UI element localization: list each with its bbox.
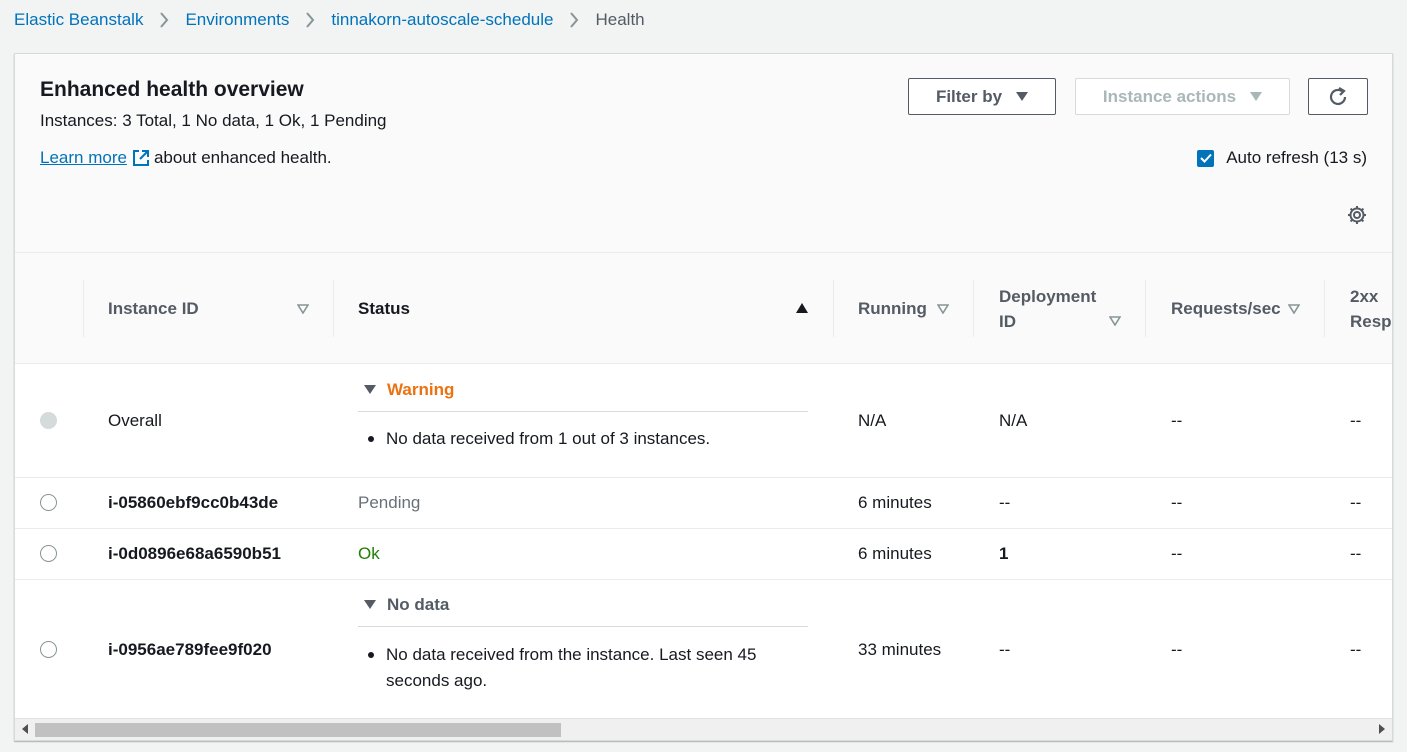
health-panel: Enhanced health overview Instances: 3 To… — [14, 53, 1393, 741]
status-header[interactable]: Warning — [358, 368, 808, 412]
instance-id: Overall — [108, 411, 162, 430]
column-divider — [833, 280, 834, 337]
caret-down-icon — [1016, 91, 1029, 102]
breadcrumb-environment[interactable]: tinnakorn-autoscale-schedule — [331, 10, 553, 30]
chevron-right-icon — [159, 12, 169, 28]
gear-icon[interactable] — [1347, 205, 1367, 230]
instance-id[interactable]: i-05860ebf9cc0b43de — [108, 478, 278, 528]
column-divider — [1324, 280, 1325, 337]
status-detail-text: No data received from 1 out of 3 instanc… — [386, 429, 711, 448]
column-instance-id[interactable]: Instance ID — [108, 253, 318, 364]
bullet — [368, 436, 374, 442]
running: N/A — [858, 411, 887, 430]
auto-refresh-label: Auto refresh (13 s) — [1226, 148, 1367, 167]
column-label: Instance ID — [108, 299, 199, 318]
row-radio[interactable] — [40, 494, 57, 511]
learn-more-line: Learn more about enhanced health. — [40, 148, 332, 168]
sort-down-icon — [1109, 316, 1121, 326]
breadcrumb-elastic-beanstalk[interactable]: Elastic Beanstalk — [14, 10, 143, 30]
filter-by-label: Filter by — [935, 86, 1003, 106]
horizontal-scrollbar[interactable] — [15, 718, 1392, 740]
auto-refresh: Auto refresh (13 s) — [1197, 148, 1367, 168]
column-divider — [973, 280, 974, 337]
column-label: Deployment ID — [999, 286, 1097, 331]
column-divider — [83, 280, 84, 337]
page-title: Enhanced health overview — [40, 78, 304, 101]
requests: -- — [1171, 411, 1183, 430]
table-row[interactable]: Overall Warning No data received from 1 … — [15, 364, 1392, 478]
sort-down-icon — [1288, 304, 1300, 314]
panel-header: Enhanced health overview Instances: 3 To… — [15, 54, 1392, 253]
requests: -- — [1171, 493, 1183, 512]
chevron-right-icon — [305, 12, 315, 28]
column-status[interactable]: Status — [358, 253, 818, 364]
responses: -- — [1350, 411, 1362, 430]
scrollbar-thumb[interactable] — [35, 723, 561, 737]
status-no-data: No data — [387, 594, 450, 614]
table-row[interactable]: i-0d0896e68a6590b51 Ok 6 minutes 1 -- -- — [15, 529, 1392, 580]
scroll-right-icon[interactable] — [1378, 724, 1386, 734]
row-radio[interactable] — [40, 641, 57, 658]
table-header: Instance ID Status Running Deployment ID… — [15, 253, 1392, 364]
deployment-id: -- — [999, 493, 1011, 512]
status-detail: No data received from the instance. Last… — [365, 642, 795, 694]
sort-down-icon — [297, 304, 309, 314]
requests: -- — [1171, 544, 1183, 563]
refresh-button[interactable] — [1308, 78, 1368, 115]
status-detail-text: No data received from the instance. Last… — [386, 645, 757, 690]
caret-down-icon — [364, 384, 376, 395]
column-label: 2xx Responses — [1350, 286, 1392, 331]
row-radio — [40, 412, 57, 429]
refresh-icon — [1327, 86, 1349, 108]
breadcrumb: Elastic Beanstalk Environments tinnakorn… — [14, 9, 645, 31]
column-requests[interactable]: Requests/sec — [1171, 253, 1316, 364]
status-warning: Warning — [387, 379, 455, 399]
deployment-id: 1 — [999, 544, 1009, 563]
sort-down-icon — [937, 304, 949, 314]
caret-down-icon — [1250, 91, 1263, 102]
learn-more-suffix: about enhanced health. — [153, 148, 332, 167]
instance-id[interactable]: i-0956ae789fee9f020 — [108, 580, 272, 720]
row-radio[interactable] — [40, 545, 57, 562]
caret-down-icon — [364, 599, 376, 610]
instance-actions-label: Instance actions — [1102, 86, 1237, 106]
column-deployment-id[interactable]: Deployment ID — [999, 253, 1121, 364]
responses: -- — [1350, 640, 1362, 659]
status-ok: Ok — [358, 544, 380, 563]
auto-refresh-checkbox[interactable] — [1197, 149, 1215, 167]
status-pending: Pending — [358, 493, 421, 512]
scroll-left-icon[interactable] — [21, 724, 29, 734]
instance-id[interactable]: i-0d0896e68a6590b51 — [108, 529, 281, 579]
running: 6 minutes — [858, 544, 932, 563]
requests: -- — [1171, 640, 1183, 659]
chevron-right-icon — [569, 12, 579, 28]
external-link-icon[interactable] — [132, 149, 150, 167]
column-divider — [333, 280, 334, 337]
sort-up-icon — [796, 303, 808, 313]
running: 6 minutes — [858, 493, 932, 512]
deployment-id: -- — [999, 640, 1011, 659]
table-row[interactable]: i-05860ebf9cc0b43de Pending 6 minutes --… — [15, 478, 1392, 529]
instances-summary: Instances: 3 Total, 1 No data, 1 Ok, 1 P… — [40, 111, 387, 130]
column-running[interactable]: Running — [858, 253, 978, 364]
bullet — [368, 652, 374, 658]
column-label: Requests/sec — [1171, 299, 1281, 318]
table-row[interactable]: i-0956ae789fee9f020 No data No data rece… — [15, 580, 1392, 720]
column-label: Status — [358, 299, 410, 318]
running: 33 minutes — [858, 640, 942, 659]
instance-actions-button[interactable]: Instance actions — [1075, 78, 1290, 115]
breadcrumb-current: Health — [595, 10, 645, 29]
column-divider — [1145, 280, 1146, 337]
status-detail: No data received from 1 out of 3 instanc… — [365, 426, 805, 452]
breadcrumb-environments[interactable]: Environments — [185, 10, 289, 30]
filter-by-button[interactable]: Filter by — [908, 78, 1056, 115]
responses: -- — [1350, 544, 1362, 563]
deployment-id: N/A — [999, 411, 1028, 430]
column-label: Running — [858, 299, 927, 318]
status-header[interactable]: No data — [358, 583, 808, 627]
learn-more-link[interactable]: Learn more — [40, 148, 127, 168]
responses: -- — [1350, 493, 1362, 512]
column-2xx-responses[interactable]: 2xx Responses — [1350, 253, 1392, 364]
